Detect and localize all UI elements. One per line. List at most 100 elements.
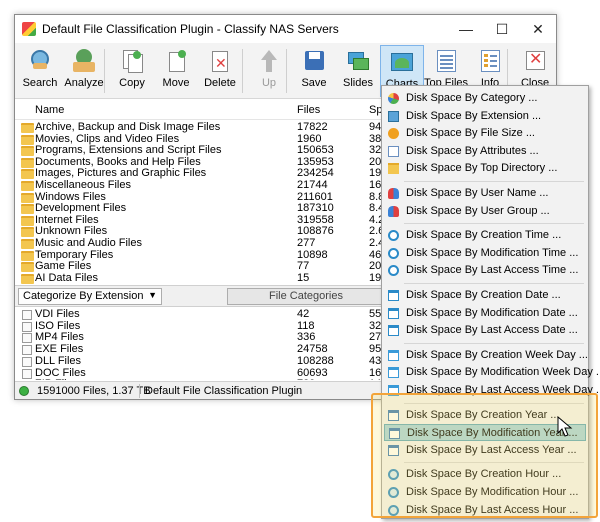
file-type-name: ZIP Files: [35, 378, 78, 380]
calendar-icon: [388, 290, 399, 301]
minimize-button[interactable]: —: [448, 15, 484, 43]
menu-item-label: Disk Space By Modification Time ...: [406, 246, 579, 259]
status-ok-icon: [19, 386, 29, 396]
menu-item-disk-space-by-user-group[interactable]: Disk Space By User Group ...: [384, 203, 586, 220]
toolbar-slides-button[interactable]: Slides: [336, 45, 380, 97]
menu-separator: [404, 342, 584, 344]
menu-item-disk-space-by-extension[interactable]: Disk Space By Extension ...: [384, 108, 586, 125]
menu-item-disk-space-by-category[interactable]: Disk Space By Category ...: [384, 90, 586, 107]
file-count: 17822: [297, 121, 328, 133]
analyze-icon: [71, 48, 97, 74]
file-type-icon: [22, 321, 32, 332]
menu-item-disk-space-by-file-size[interactable]: Disk Space By File Size ...: [384, 125, 586, 142]
categorize-select[interactable]: Categorize By Extension ▼: [18, 288, 162, 305]
status-divider: [139, 384, 140, 398]
toolbar-analyze-button[interactable]: Analyze: [62, 45, 106, 97]
calendar-icon: [388, 307, 399, 319]
toolbar-button-label: Up: [261, 77, 277, 89]
menu-item-disk-space-by-user-name[interactable]: Disk Space By User Name ...: [384, 185, 586, 202]
attributes-icon: [388, 145, 399, 157]
file-type-icon: [22, 368, 32, 379]
menu-item-disk-space-by-creation-time[interactable]: Disk Space By Creation Time ...: [384, 227, 586, 244]
menu-item-label: Disk Space By User Group ...: [406, 204, 550, 217]
menu-item-disk-space-by-last-access-time[interactable]: Disk Space By Last Access Time ...: [384, 262, 586, 279]
file-categories-button[interactable]: File Categories: [227, 288, 385, 305]
toolbar-search-button[interactable]: Search: [18, 45, 62, 97]
menu-item-disk-space-by-modification-week-day[interactable]: Disk Space By Modification Week Day ...: [384, 364, 600, 381]
file-count: 21744: [297, 179, 328, 191]
info-icon: [477, 48, 503, 74]
save-icon: [301, 48, 327, 74]
disk-space: 94: [369, 121, 382, 133]
weekday-icon: [388, 349, 399, 361]
menu-item-label: Disk Space By Category ...: [406, 92, 538, 104]
copy-icon: [119, 48, 145, 74]
toolbar-separator: [286, 49, 287, 93]
folder-icon: [21, 157, 34, 168]
menu-item-disk-space-by-modification-time[interactable]: Disk Space By Modification Time ...: [384, 245, 586, 262]
toolbar-separator: [242, 49, 243, 93]
toolbar-button-label: Analyze: [64, 77, 104, 89]
column-header-files[interactable]: Files: [297, 104, 320, 116]
toolbar-button-label: Move: [162, 77, 190, 89]
menu-item-disk-space-by-last-access-date[interactable]: Disk Space By Last Access Date ...: [384, 322, 586, 339]
file-size-icon: [388, 128, 399, 140]
menu-item-label: Disk Space By User Name ...: [406, 187, 549, 199]
category-name: Music and Audio Files: [35, 237, 142, 249]
disk-space: 43: [369, 354, 382, 367]
folder-icon: [21, 239, 34, 249]
title-bar[interactable]: Default File Classification Plugin - Cla…: [15, 15, 556, 43]
folder-icon: [21, 134, 34, 145]
highlight-callout: [371, 393, 598, 518]
chevron-down-icon: ▼: [148, 290, 157, 300]
toolbar-button-label: Copy: [119, 77, 145, 89]
menu-item-disk-space-by-creation-date[interactable]: Disk Space By Creation Date ...: [384, 287, 586, 304]
folder-icon: [21, 192, 34, 203]
menu-item-label: Disk Space By Creation Time ...: [406, 229, 562, 242]
move-icon: [163, 48, 189, 74]
toolbar-up-button[interactable]: Up: [247, 45, 291, 97]
toolbar-button-label: Save: [301, 77, 327, 89]
status-plugin: Default File Classification Plugin: [145, 385, 303, 397]
calendar-icon: [388, 325, 399, 337]
user-icon: [388, 188, 399, 199]
categorize-select-value: Categorize By Extension: [23, 290, 144, 302]
folder-icon: [21, 204, 34, 215]
window-title: Default File Classification Plugin - Cla…: [42, 22, 339, 36]
file-type-icon: [22, 310, 32, 320]
file-count: 42: [297, 308, 310, 320]
weekday-icon: [388, 367, 399, 379]
file-count: 789: [297, 378, 315, 380]
menu-item-disk-space-by-creation-week-day[interactable]: Disk Space By Creation Week Day ...: [384, 347, 588, 364]
category-pie-icon: [388, 93, 399, 104]
toolbar-separator: [104, 49, 105, 93]
file-type-name: VDI Files: [35, 308, 80, 320]
toolbar-copy-button[interactable]: Copy: [110, 45, 154, 97]
menu-item-label: Disk Space By File Size ...: [406, 127, 535, 140]
menu-item-label: Disk Space By Modification Week Day ...: [406, 366, 600, 379]
toolbar-move-button[interactable]: Move: [154, 45, 198, 97]
search-icon: [27, 48, 53, 74]
toolbar-delete-button[interactable]: ✕ Delete: [198, 45, 242, 97]
category-name: AI Data Files: [35, 271, 98, 284]
menu-item-label: Disk Space By Modification Date ...: [406, 306, 578, 319]
top-files-icon: [433, 48, 459, 74]
column-header-name[interactable]: Name: [35, 104, 64, 116]
menu-item-disk-space-by-top-directory[interactable]: Disk Space By Top Directory ...: [384, 160, 586, 177]
maximize-button[interactable]: ☐: [484, 15, 520, 43]
charts-icon: [389, 49, 415, 75]
disk-space: 16: [369, 179, 382, 191]
file-count: 277: [297, 237, 316, 249]
file-type-icon: [22, 345, 32, 356]
folder-icon: [388, 163, 399, 175]
disk-space: 14: [369, 378, 381, 380]
menu-item-disk-space-by-attributes[interactable]: Disk Space By Attributes ...: [384, 143, 586, 160]
clock-icon: [388, 265, 399, 277]
clock-icon: [388, 230, 399, 242]
menu-item-disk-space-by-modification-date[interactable]: Disk Space By Modification Date ...: [384, 305, 586, 322]
close-icon: ✕: [522, 48, 548, 74]
toolbar-button-label: Search: [22, 77, 58, 89]
close-window-button[interactable]: ✕: [520, 15, 556, 43]
toolbar-save-button[interactable]: Save: [292, 45, 336, 97]
file-type-icon: [22, 333, 32, 344]
